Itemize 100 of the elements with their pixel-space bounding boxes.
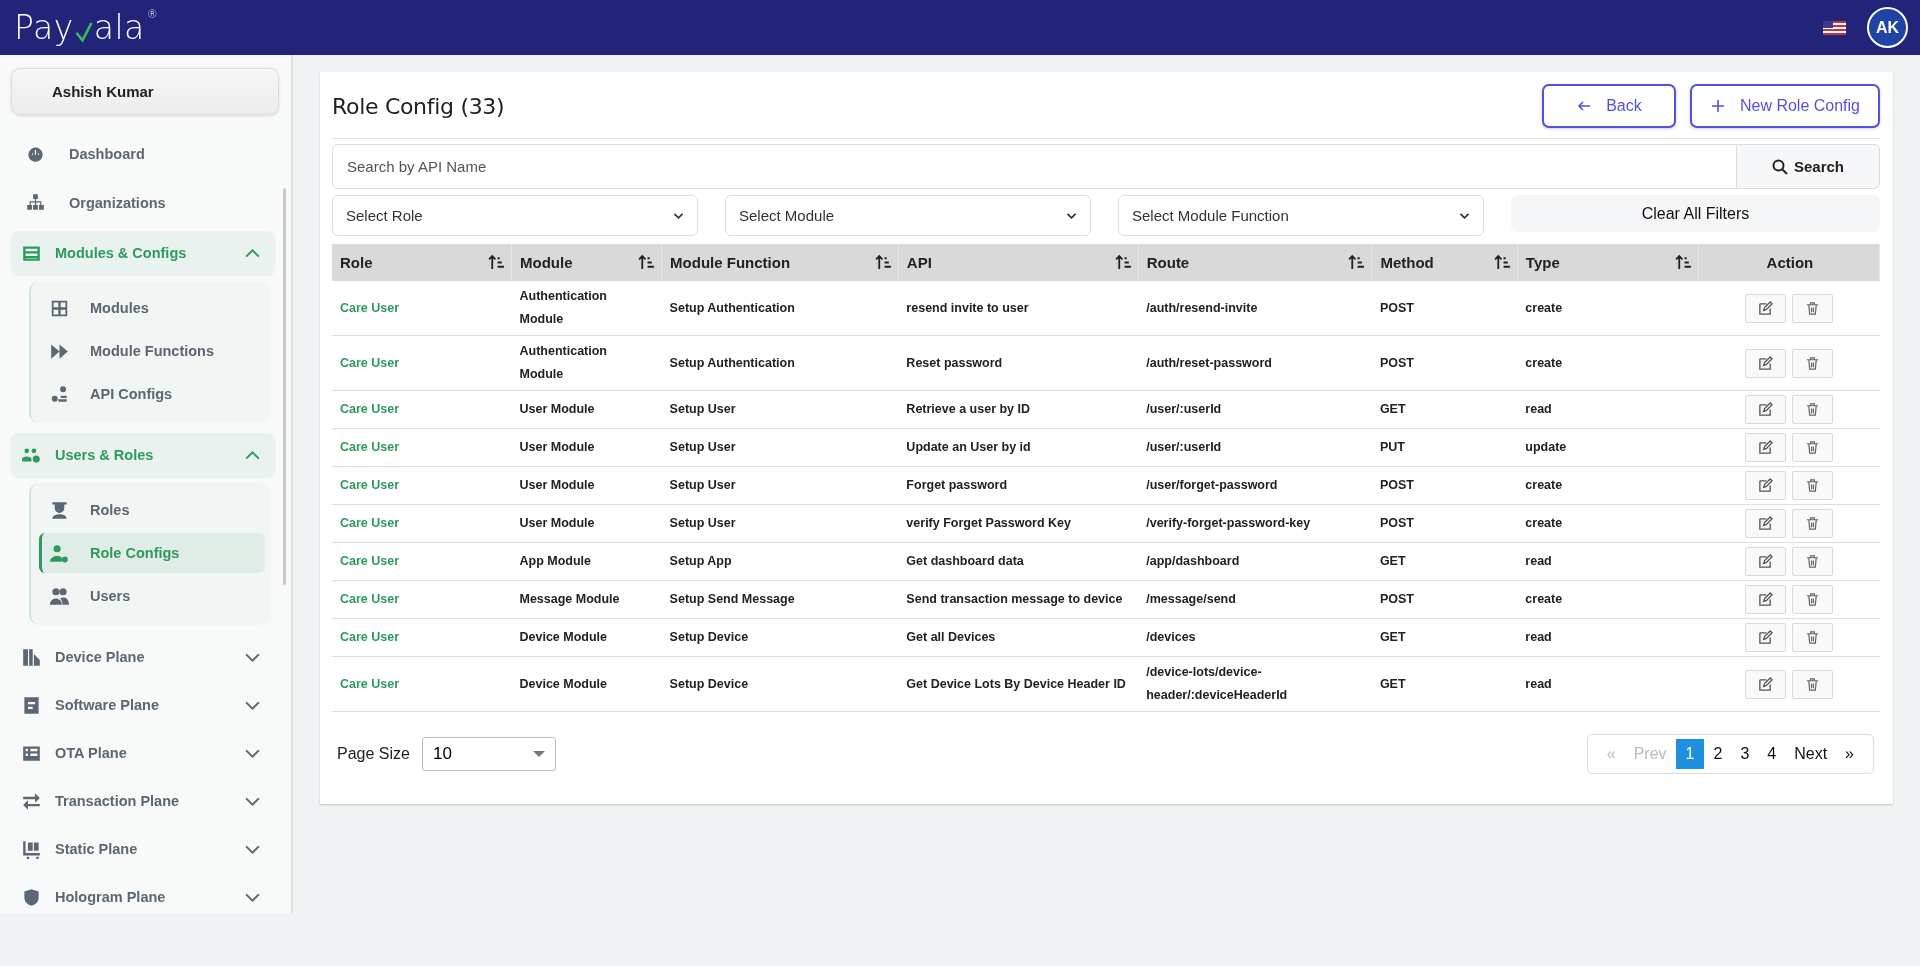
nav-group[interactable]: Device Plane bbox=[11, 635, 275, 679]
edit-button[interactable] bbox=[1744, 293, 1786, 323]
new-button[interactable]: New Role Config bbox=[1689, 84, 1880, 128]
nav-item[interactable]: Modules bbox=[39, 288, 265, 328]
page-size-dropdown[interactable]: 10 bbox=[421, 737, 556, 771]
column-label: Type bbox=[1525, 254, 1560, 271]
role-link[interactable]: Care User bbox=[332, 504, 512, 543]
edit-button[interactable] bbox=[1744, 471, 1786, 500]
nav-group[interactable]: OTA Plane bbox=[11, 731, 275, 775]
page-button[interactable]: 2 bbox=[1704, 739, 1732, 769]
column-header[interactable]: Module bbox=[511, 244, 662, 281]
cart-icon bbox=[22, 839, 41, 859]
column-header[interactable]: Module Function bbox=[661, 244, 899, 281]
role-link[interactable]: Care User bbox=[332, 428, 512, 467]
role-link[interactable]: Care User bbox=[332, 656, 512, 712]
delete-button[interactable] bbox=[1791, 348, 1833, 378]
table-cell: PUT bbox=[1371, 428, 1518, 467]
column-label: Role bbox=[340, 254, 373, 271]
delete-button[interactable] bbox=[1791, 293, 1833, 323]
delete-button[interactable] bbox=[1791, 471, 1833, 500]
filter-dropdown[interactable]: Select Role bbox=[332, 195, 698, 236]
scrollbar[interactable] bbox=[283, 188, 286, 585]
clear-filters-button[interactable]: Clear All Filters bbox=[1511, 195, 1880, 232]
delete-button[interactable] bbox=[1791, 509, 1833, 538]
column-header[interactable]: Route bbox=[1138, 244, 1372, 281]
nav-group[interactable]: Static Plane bbox=[11, 827, 275, 871]
sort-icon[interactable] bbox=[1674, 254, 1692, 271]
role-link[interactable]: Care User bbox=[332, 618, 512, 657]
next-page-button[interactable]: Next bbox=[1785, 739, 1837, 769]
trash-icon bbox=[1804, 300, 1820, 316]
table-cell: POST bbox=[1371, 335, 1518, 391]
sort-icon[interactable] bbox=[1114, 254, 1132, 271]
page-button[interactable]: 1 bbox=[1675, 739, 1705, 769]
trash-icon bbox=[1804, 402, 1820, 417]
sort-icon[interactable] bbox=[1348, 254, 1366, 271]
role-link[interactable]: Care User bbox=[332, 390, 512, 429]
column-header[interactable]: API bbox=[898, 244, 1139, 281]
role-link[interactable]: Care User bbox=[332, 466, 512, 505]
nav-item[interactable]: Dashboard bbox=[0, 129, 277, 178]
delete-button[interactable] bbox=[1791, 395, 1833, 424]
us-flag-icon[interactable] bbox=[1823, 20, 1846, 35]
edit-button[interactable] bbox=[1744, 623, 1786, 652]
delete-button[interactable] bbox=[1791, 433, 1833, 462]
grid-icon bbox=[50, 298, 69, 318]
column-header: Action bbox=[1698, 244, 1880, 281]
filter-dropdown[interactable]: Select Module bbox=[725, 195, 1091, 236]
edit-button[interactable] bbox=[1744, 509, 1786, 538]
column-header[interactable]: Method bbox=[1371, 244, 1518, 281]
role-link[interactable]: Care User bbox=[332, 281, 512, 336]
table-cell: Authentication Module bbox=[511, 335, 662, 391]
table-cell: /devices bbox=[1138, 618, 1372, 657]
nav-item[interactable]: API Configs bbox=[39, 374, 265, 414]
trash-icon bbox=[1804, 355, 1820, 371]
table-cell: User Module bbox=[511, 504, 662, 543]
table-cell: Get dashboard data bbox=[898, 542, 1139, 581]
nav-item[interactable]: Users bbox=[39, 576, 265, 616]
table-cell: GET bbox=[1371, 618, 1518, 657]
role-link[interactable]: Care User bbox=[332, 580, 512, 619]
nav-group[interactable]: Hologram Plane bbox=[11, 875, 275, 913]
user-name-card[interactable]: Ashish Kumar bbox=[11, 68, 279, 115]
column-header[interactable]: Type bbox=[1517, 244, 1699, 281]
edit-button[interactable] bbox=[1744, 433, 1786, 462]
nav-group[interactable]: Transaction Plane bbox=[11, 779, 275, 823]
sort-icon[interactable] bbox=[638, 254, 656, 271]
nav-item[interactable]: Organizations bbox=[0, 178, 277, 227]
last-page-button[interactable]: » bbox=[1836, 739, 1863, 769]
users-gear-icon bbox=[22, 445, 41, 465]
search-button[interactable]: Search bbox=[1737, 144, 1880, 189]
sort-icon[interactable] bbox=[1493, 254, 1511, 271]
sort-icon[interactable] bbox=[874, 254, 892, 271]
table-cell: update bbox=[1517, 428, 1699, 467]
user-avatar[interactable]: AK bbox=[1867, 7, 1908, 48]
edit-button[interactable] bbox=[1744, 585, 1786, 614]
table-cell: POST bbox=[1371, 580, 1518, 619]
role-link[interactable]: Care User bbox=[332, 335, 512, 391]
column-header[interactable]: Role bbox=[332, 244, 512, 281]
column-label: Module Function bbox=[670, 254, 791, 271]
delete-button[interactable] bbox=[1791, 585, 1833, 614]
edit-button[interactable] bbox=[1744, 669, 1786, 699]
nav-group[interactable]: Users & Roles bbox=[11, 433, 275, 477]
edit-button[interactable] bbox=[1744, 395, 1786, 424]
back-button[interactable]: Back bbox=[1541, 84, 1676, 128]
nav-item[interactable]: Module Functions bbox=[39, 331, 265, 371]
page-button[interactable]: 4 bbox=[1758, 739, 1786, 769]
search-field[interactable]: Search by API Name bbox=[332, 144, 1737, 189]
role-link[interactable]: Care User bbox=[332, 542, 512, 581]
nav-item[interactable]: Roles bbox=[39, 490, 265, 530]
nav-group[interactable]: Software Plane bbox=[11, 683, 275, 727]
delete-button[interactable] bbox=[1791, 623, 1833, 652]
user-gear-icon bbox=[50, 543, 69, 563]
sort-icon[interactable] bbox=[488, 254, 505, 271]
page-button[interactable]: 3 bbox=[1731, 739, 1759, 769]
filter-dropdown[interactable]: Select Module Function bbox=[1118, 195, 1484, 236]
trash-icon bbox=[1804, 440, 1820, 455]
edit-button[interactable] bbox=[1744, 348, 1786, 378]
delete-button[interactable] bbox=[1791, 547, 1833, 576]
nav-item[interactable]: Role Configs bbox=[39, 533, 265, 573]
nav-group[interactable]: Modules & Configs bbox=[11, 231, 275, 275]
edit-button[interactable] bbox=[1744, 547, 1786, 576]
delete-button[interactable] bbox=[1791, 669, 1833, 699]
